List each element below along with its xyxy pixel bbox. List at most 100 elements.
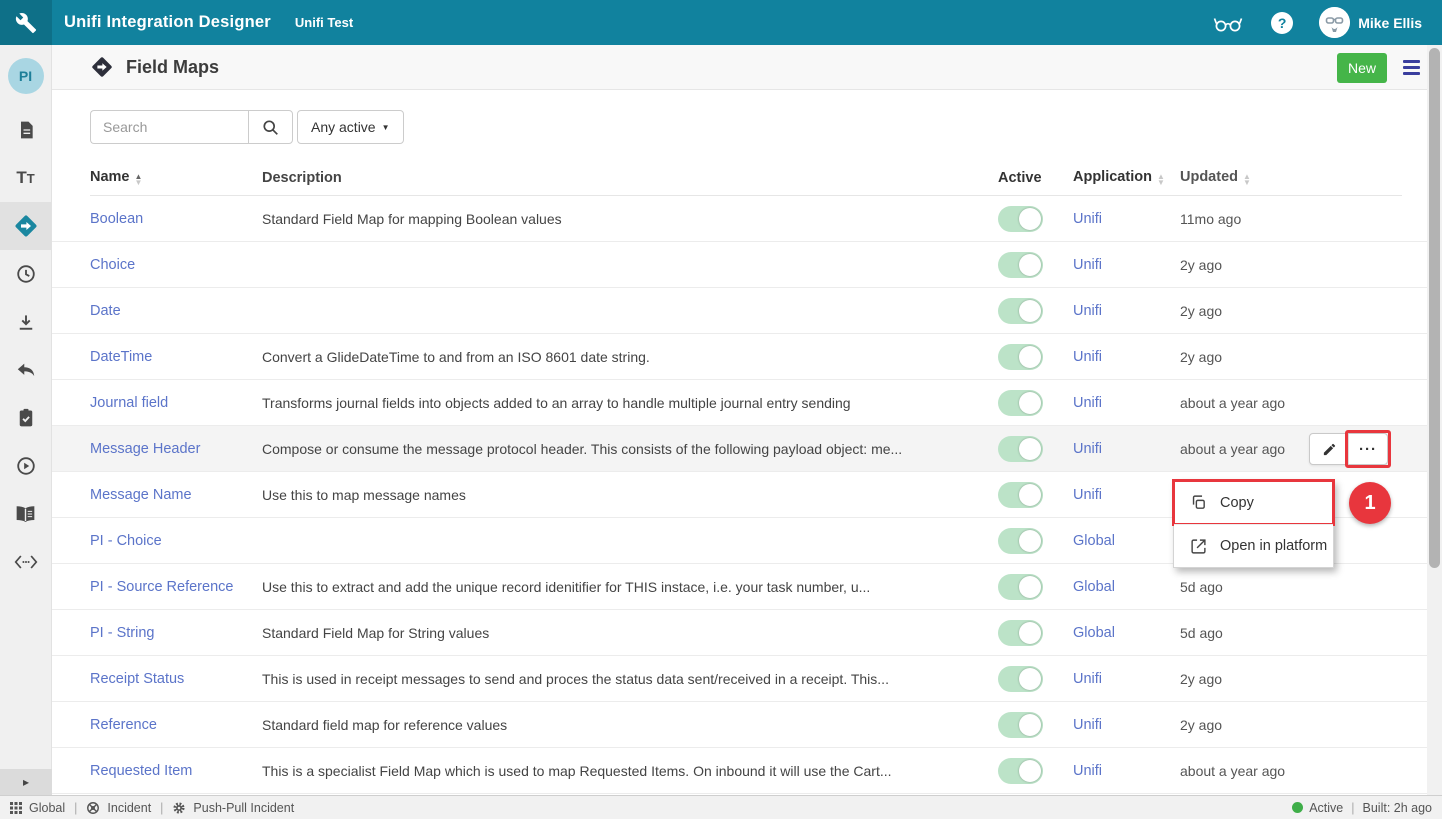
field-map-name-link[interactable]: PI - Choice (90, 533, 162, 549)
separator: | (1351, 801, 1354, 815)
sidebar-item-run[interactable] (0, 442, 51, 490)
active-toggle[interactable] (998, 712, 1043, 738)
sidebar-item-tasks[interactable] (0, 394, 51, 442)
application-link[interactable]: Unifi (1073, 211, 1102, 227)
application-link[interactable]: Unifi (1073, 671, 1102, 687)
table-row[interactable]: Choice Unifi 2y ago (52, 242, 1442, 288)
application-link[interactable]: Global (1073, 625, 1115, 641)
scrollbar-thumb[interactable] (1429, 48, 1440, 568)
active-toggle[interactable] (998, 436, 1043, 462)
field-map-description: Standard Field Map for mapping Boolean v… (262, 211, 998, 227)
new-button[interactable]: New (1337, 53, 1387, 83)
sidebar-item-responses[interactable] (0, 346, 51, 394)
help-icon[interactable]: ? (1271, 12, 1293, 34)
application-link[interactable]: Unifi (1073, 349, 1102, 365)
active-toggle[interactable] (998, 390, 1043, 416)
active-toggle[interactable] (998, 298, 1043, 324)
application-link[interactable]: Global (1073, 533, 1115, 549)
preview-glasses-icon[interactable] (1213, 13, 1243, 33)
integration-label[interactable]: Push-Pull Incident (193, 801, 294, 815)
sidebar-item-history[interactable] (0, 250, 51, 298)
active-toggle[interactable] (998, 758, 1043, 784)
instance-avatar[interactable]: PI (8, 58, 44, 94)
active-toggle[interactable] (998, 206, 1043, 232)
application-link[interactable]: Unifi (1073, 441, 1102, 457)
sidebar-item-documents[interactable] (0, 106, 51, 154)
updated-timestamp: 2y ago (1180, 257, 1330, 273)
application-link[interactable]: Unifi (1073, 257, 1102, 273)
field-map-name-link[interactable]: Journal field (90, 395, 168, 411)
field-map-name-link[interactable]: Choice (90, 257, 135, 273)
application-link[interactable]: Unifi (1073, 763, 1102, 779)
updated-timestamp: 2y ago (1180, 349, 1330, 365)
search-button[interactable] (248, 110, 293, 144)
table-row[interactable]: Receipt Status This is used in receipt m… (52, 656, 1442, 702)
application-link[interactable]: Global (1073, 579, 1115, 595)
toggle-knob (1019, 208, 1041, 230)
field-map-name-link[interactable]: Date (90, 303, 121, 319)
table-row[interactable]: Journal field Transforms journal fields … (52, 380, 1442, 426)
updated-timestamp: about a year ago (1180, 441, 1330, 457)
application-label[interactable]: Incident (107, 801, 151, 815)
table-header: Name▲▼ Description Active Application▲▼ … (90, 160, 1402, 196)
field-map-name-link[interactable]: Message Header (90, 441, 200, 457)
scope-label[interactable]: Global (29, 801, 65, 815)
history-clock-icon (15, 263, 37, 285)
sidebar-item-field-maps[interactable] (0, 202, 51, 250)
field-map-name-link[interactable]: PI - String (90, 625, 154, 641)
sort-icon: ▲▼ (135, 174, 143, 186)
edit-button[interactable] (1310, 434, 1349, 464)
sidebar-item-scripts[interactable] (0, 538, 51, 586)
application-link[interactable]: Unifi (1073, 487, 1102, 503)
active-toggle[interactable] (998, 620, 1043, 646)
sidebar-collapse-button[interactable]: ▸ (0, 769, 52, 795)
table-row[interactable]: PI - Source Reference Use this to extrac… (52, 564, 1442, 610)
sidebar-item-downloads[interactable] (0, 298, 51, 346)
menu-item-copy[interactable]: Copy (1174, 481, 1333, 524)
column-header-application[interactable]: Application▲▼ (1073, 169, 1180, 186)
sidebar-item-documentation[interactable] (0, 490, 51, 538)
table-row[interactable]: PI - String Standard Field Map for Strin… (52, 610, 1442, 656)
application-link[interactable]: Unifi (1073, 395, 1102, 411)
more-options-button[interactable]: ··· (1349, 434, 1387, 464)
field-map-name-link[interactable]: Reference (90, 717, 157, 733)
column-header-updated[interactable]: Updated▲▼ (1180, 169, 1330, 186)
field-map-description: This is used in receipt messages to send… (262, 671, 998, 687)
user-name[interactable]: Mike Ellis (1358, 15, 1422, 31)
chevron-down-icon: ▼ (382, 123, 390, 132)
field-map-name-link[interactable]: PI - Source Reference (90, 579, 233, 595)
field-map-name-link[interactable]: Boolean (90, 211, 143, 227)
field-map-description: Standard Field Map for String values (262, 625, 998, 641)
application-link[interactable]: Unifi (1073, 717, 1102, 733)
field-map-description: This is a specialist Field Map which is … (262, 763, 998, 779)
active-toggle[interactable] (998, 574, 1043, 600)
document-icon (16, 119, 36, 141)
active-toggle[interactable] (998, 528, 1043, 554)
field-map-name-link[interactable]: DateTime (90, 349, 152, 365)
field-map-name-link[interactable]: Message Name (90, 487, 192, 503)
menu-item-open-in-platform[interactable]: Open in platform (1174, 524, 1333, 567)
menu-hamburger-icon[interactable] (1403, 60, 1420, 75)
active-toggle[interactable] (998, 666, 1043, 692)
grid-icon (10, 802, 22, 814)
table-row[interactable]: Reference Standard field map for referen… (52, 702, 1442, 748)
built-label: Built: 2h ago (1363, 801, 1433, 815)
book-icon (14, 504, 37, 524)
application-link[interactable]: Unifi (1073, 303, 1102, 319)
sidebar-item-fields[interactable]: TT (0, 154, 51, 202)
field-map-name-link[interactable]: Receipt Status (90, 671, 184, 687)
table-row[interactable]: Requested Item This is a specialist Fiel… (52, 748, 1442, 794)
field-map-name-link[interactable]: Requested Item (90, 763, 192, 779)
table-row[interactable]: Date Unifi 2y ago (52, 288, 1442, 334)
active-toggle[interactable] (998, 252, 1043, 278)
app-logo[interactable] (0, 0, 52, 45)
table-row[interactable]: DateTime Convert a GlideDateTime to and … (52, 334, 1442, 380)
column-header-name[interactable]: Name▲▼ (90, 169, 262, 186)
table-row[interactable]: Message Header Compose or consume the me… (52, 426, 1442, 472)
user-avatar[interactable] (1319, 7, 1350, 38)
active-filter-dropdown[interactable]: Any active ▼ (297, 110, 404, 144)
active-toggle[interactable] (998, 482, 1043, 508)
search-input[interactable] (90, 110, 248, 144)
table-row[interactable]: Boolean Standard Field Map for mapping B… (52, 196, 1442, 242)
active-toggle[interactable] (998, 344, 1043, 370)
